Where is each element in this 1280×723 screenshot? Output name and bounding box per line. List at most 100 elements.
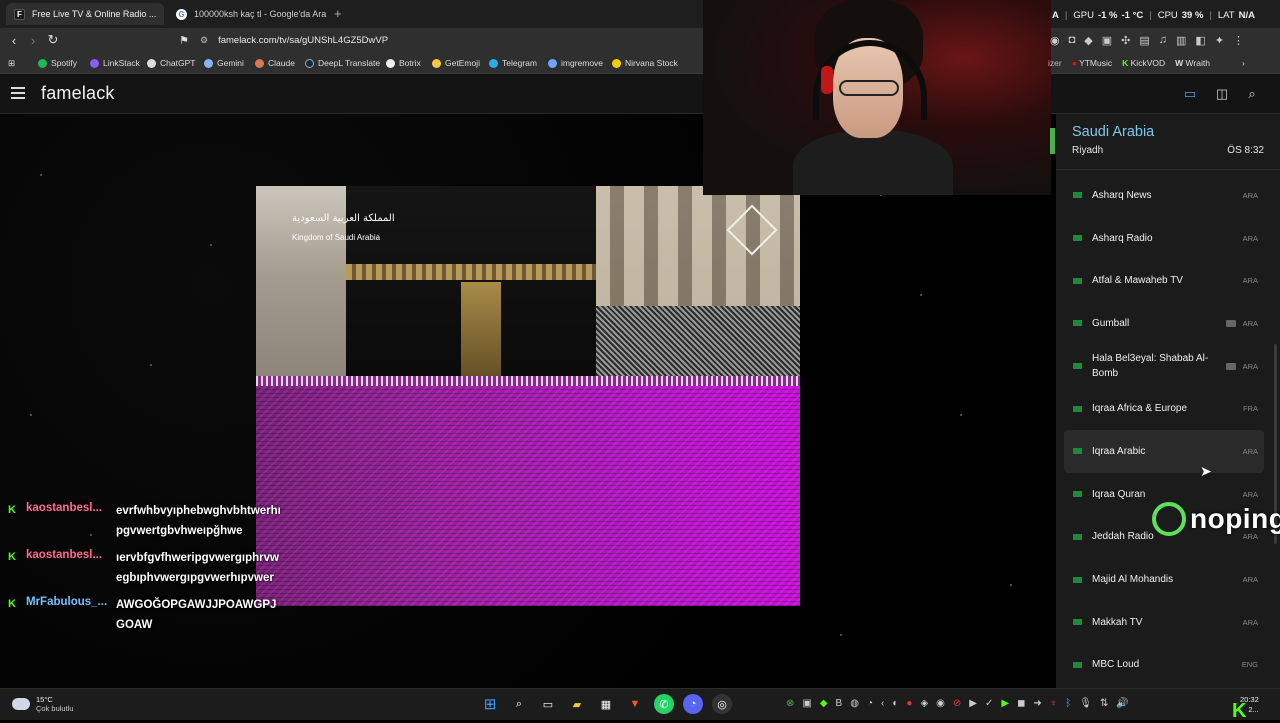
channel-name: Atfal & Mawaheb TV: [1092, 275, 1183, 287]
search-icon[interactable]: ⌕: [509, 694, 529, 714]
chatgpt-icon: [147, 58, 156, 68]
tray-icon[interactable]: ◐: [892, 698, 898, 709]
tray-icon[interactable]: ◈: [920, 698, 928, 709]
network-icon[interactable]: ⇅: [1100, 698, 1108, 709]
tray-icon[interactable]: ◆: [820, 698, 828, 709]
site-info-icon[interactable]: ⚙: [200, 35, 208, 46]
channel-item[interactable]: Majid Al Mohandis ARA: [1064, 558, 1264, 601]
tray-icon[interactable]: ▶: [1001, 698, 1009, 709]
whatsapp-icon[interactable]: ✆: [654, 694, 674, 714]
bookmark-ytmusic[interactable]: ● YTMusic: [1072, 58, 1112, 68]
channel-item[interactable]: Iqraa Africa & Europe FRA: [1064, 387, 1264, 430]
chat-username[interactable]: kaostanbesl...: [26, 549, 108, 588]
google-favicon-icon: G: [176, 8, 187, 20]
tray-icon[interactable]: ✓: [985, 698, 993, 709]
extension-icon[interactable]: ◆: [1084, 34, 1092, 47]
channel-item[interactable]: Makkah TV ARA: [1064, 601, 1264, 644]
bookmark-getemoji[interactable]: GetEmoji: [432, 56, 480, 70]
reading-list-icon[interactable]: ▥: [1176, 34, 1186, 47]
tray-icon[interactable]: ➜: [1033, 698, 1041, 709]
microphone-icon[interactable]: 🎙: [1079, 698, 1092, 709]
saudi-flag-icon: [1073, 363, 1082, 370]
extension-icon[interactable]: ◉: [1050, 34, 1060, 47]
media-icon[interactable]: ♫: [1159, 34, 1167, 46]
tray-icon[interactable]: ▶: [969, 698, 977, 709]
tv-icon[interactable]: ▭: [1181, 86, 1199, 102]
obs-icon[interactable]: ◎: [712, 694, 732, 714]
screenshot-icon[interactable]: ▤: [1139, 34, 1149, 47]
bookmark-gemini[interactable]: Gemini: [204, 56, 244, 70]
tray-icon[interactable]: ◍: [850, 698, 859, 709]
reload-icon[interactable]: ↻: [45, 32, 61, 48]
bookmark-botrix[interactable]: Botrix: [386, 56, 421, 70]
copilot-icon[interactable]: ✦: [1215, 34, 1224, 47]
tab-google-search[interactable]: G 100000ksh kaç tl - Google'da Ara: [168, 3, 328, 25]
back-icon[interactable]: ‹: [6, 32, 22, 48]
channel-item[interactable]: Iqraa Arabic ARA: [1064, 430, 1264, 473]
tray-icon[interactable]: ▣: [802, 698, 811, 709]
saudi-flag-icon: [1073, 533, 1082, 540]
channel-item[interactable]: Asharq Radio ARA: [1064, 217, 1264, 260]
task-view-icon[interactable]: ▭: [538, 694, 558, 714]
discord-icon[interactable]: ◔: [683, 694, 703, 714]
chat-username[interactable]: MrFabulous_...: [26, 596, 108, 635]
search-icon[interactable]: ⌕: [1243, 86, 1261, 102]
bookmark-kickvod[interactable]: K KickVOD: [1122, 58, 1165, 68]
channel-item[interactable]: Asharq News ARA: [1064, 174, 1264, 217]
channel-item[interactable]: Atfal & Mawaheb TV ARA: [1064, 259, 1264, 302]
record-icon[interactable]: ●: [906, 698, 912, 709]
channel-name: Majid Al Mohandis: [1092, 574, 1174, 586]
radio-icon[interactable]: ◫: [1213, 86, 1231, 102]
extension-icon[interactable]: ▣: [1102, 34, 1112, 47]
channel-sidebar: Saudi Arabia Riyadh ÖS 8:32 Asharq News A…: [1056, 114, 1280, 688]
bookmarks-overflow-icon[interactable]: ›: [1242, 58, 1245, 68]
bookmark-claude[interactable]: Claude: [255, 56, 295, 70]
bluetooth-icon[interactable]: ᛒ: [1065, 698, 1071, 709]
video-player[interactable]: المملكة العربية السعودية Kingdom of Saud…: [256, 186, 800, 606]
tray-icon[interactable]: B: [836, 698, 843, 709]
discord-tray-icon[interactable]: ◔: [867, 698, 873, 709]
sidebar-toggle-icon[interactable]: ◧: [1195, 34, 1205, 47]
tab-famelack[interactable]: F Free Live TV & Online Radio ... ✕: [6, 3, 164, 25]
bookmark-wraith[interactable]: W Wraith: [1175, 58, 1210, 68]
channel-language: ARA: [1242, 446, 1258, 456]
tray-icon[interactable]: ⊘: [953, 698, 961, 709]
menu-icon[interactable]: [11, 87, 25, 99]
chat-username[interactable]: kaostanbesl...: [26, 502, 108, 541]
tray-icon[interactable]: ◼: [1017, 698, 1025, 709]
channel-item[interactable]: Gumball ARA: [1064, 302, 1264, 345]
kick-badge-icon: K: [8, 504, 16, 516]
site-logo[interactable]: famelack: [41, 83, 115, 104]
bookmark-page-icon[interactable]: ⚑: [176, 32, 192, 48]
apps-grid-icon[interactable]: ⊞: [8, 56, 15, 70]
bookmark-chatgpt[interactable]: ChatGPT: [147, 56, 195, 70]
forward-icon[interactable]: ›: [25, 32, 41, 48]
channel-item[interactable]: MBC Loud ENG: [1064, 644, 1264, 687]
bookmark-telegram[interactable]: Telegram: [489, 56, 537, 70]
weather-widget[interactable]: 15°C Çok bulutlu: [12, 695, 74, 713]
video-frame-crowd: [590, 306, 800, 386]
channel-item[interactable]: Hala Bel3eyal: Shabab Al-Bomb ARA: [1064, 345, 1264, 388]
steam-icon[interactable]: ◉: [936, 698, 945, 709]
bookmark-imgremove[interactable]: imgremove: [548, 56, 603, 70]
volume-icon[interactable]: 🔊: [1116, 698, 1128, 709]
tray-icon[interactable]: ♆: [1050, 698, 1058, 709]
store-icon[interactable]: ▦: [596, 694, 616, 714]
extensions-puzzle-icon[interactable]: ✣: [1121, 34, 1130, 47]
noping-logo-icon: [1152, 502, 1186, 536]
camera-extension-icon[interactable]: ◘: [1069, 34, 1076, 46]
bookmark-nirvana[interactable]: Nirvana Stock: [612, 56, 678, 70]
start-icon[interactable]: ⊞: [480, 694, 500, 714]
browser-menu-icon[interactable]: ⋮: [1233, 34, 1244, 47]
new-tab-icon[interactable]: +: [334, 6, 342, 21]
bookmark-deepl[interactable]: DeepL Translate: [305, 56, 380, 70]
bookmark-spotify[interactable]: Spotify: [38, 56, 77, 70]
file-explorer-icon[interactable]: ▰: [567, 694, 587, 714]
bookmark-linkstack[interactable]: LinkStack: [90, 56, 140, 70]
xbox-icon[interactable]: ⊗: [786, 698, 794, 709]
stream-chat-overlay: Kkaostanbesl... evrfwhbvyıphebwghvbhtwerh…: [8, 502, 298, 643]
channel-language: ARA: [1242, 361, 1258, 371]
bookmark-overflow[interactable]: izer: [1048, 58, 1062, 68]
brave-icon[interactable]: ▼: [625, 694, 645, 714]
tray-icon[interactable]: ‹: [881, 698, 884, 709]
